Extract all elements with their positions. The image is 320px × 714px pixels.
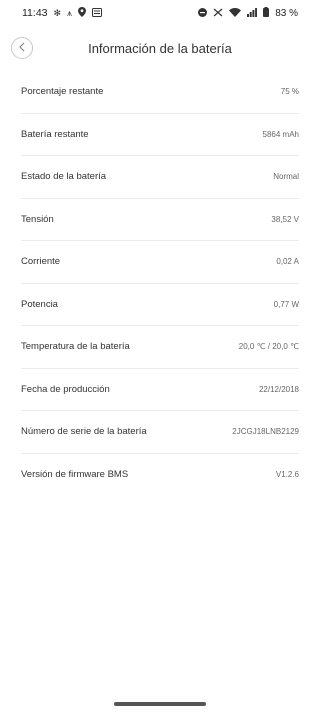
row-value: 20,0 ℃ / 20,0 ℃ [238, 342, 299, 352]
battery-icon [263, 7, 270, 19]
list-item-remaining-percentage: Porcentaje restante 75 % [21, 71, 299, 114]
battery-info-list: Porcentaje restante 75 % Batería restant… [0, 71, 320, 496]
list-item-remaining-battery: Batería restante 5864 mAh [21, 114, 299, 156]
location-pin-icon [78, 7, 87, 19]
row-label: Temperatura de la batería [21, 341, 130, 353]
list-item-voltage: Tensión 38,52 V [21, 199, 299, 241]
row-value: 0,02 A [276, 257, 299, 267]
status-time: 11:43 [22, 7, 48, 19]
row-value: V1.2.6 [275, 470, 299, 480]
row-value: 0,77 W [273, 299, 299, 309]
row-label: Potencia [21, 298, 58, 310]
volte-icon [213, 8, 223, 19]
wifi-icon [229, 7, 242, 19]
row-value: Normal [273, 172, 299, 182]
list-item-battery-state: Estado de la batería Normal [21, 156, 299, 199]
fan-icon: ⩚ [67, 7, 73, 18]
row-label: Batería restante [21, 128, 89, 140]
row-label: Porcentaje restante [21, 86, 104, 98]
status-bar: 11:43 ✻ ⩚ 83 % [0, 0, 320, 26]
cell-signal-icon [247, 7, 258, 19]
row-value: 5864 mAh [262, 129, 299, 139]
status-right: 83 % [198, 7, 298, 19]
list-item-bms-firmware: Versión de firmware BMS V1.2.6 [21, 454, 299, 497]
page-title: Información de la batería [88, 41, 232, 56]
settings-gear-icon: ✻ [53, 7, 62, 18]
row-value: 38,52 V [271, 214, 299, 224]
row-label: Fecha de producción [21, 383, 110, 395]
row-value: 2JCGJ18LNB2129 [232, 427, 299, 437]
row-label: Número de serie de la batería [21, 426, 147, 438]
header: Información de la batería [0, 34, 320, 64]
row-label: Corriente [21, 256, 61, 268]
message-icon [92, 7, 103, 19]
row-label: Estado de la batería [21, 171, 107, 183]
row-value: 22/12/2018 [258, 384, 299, 394]
row-label: Versión de firmware BMS [21, 469, 129, 481]
row-value: 75 % [280, 87, 299, 97]
list-item-production-date: Fecha de producción 22/12/2018 [21, 369, 299, 411]
row-label: Tensión [21, 213, 54, 225]
list-item-power: Potencia 0,77 W [21, 284, 299, 326]
list-item-battery-temperature: Temperatura de la batería 20,0 ℃ / 20,0 … [21, 326, 299, 369]
status-left: 11:43 ✻ ⩚ [22, 7, 103, 19]
battery-percent: 83 % [275, 7, 298, 19]
home-indicator[interactable] [114, 702, 206, 706]
list-item-serial-number: Número de serie de la batería 2JCGJ18LNB… [21, 411, 299, 454]
list-item-current: Corriente 0,02 A [21, 241, 299, 284]
do-not-disturb-icon [198, 7, 208, 19]
